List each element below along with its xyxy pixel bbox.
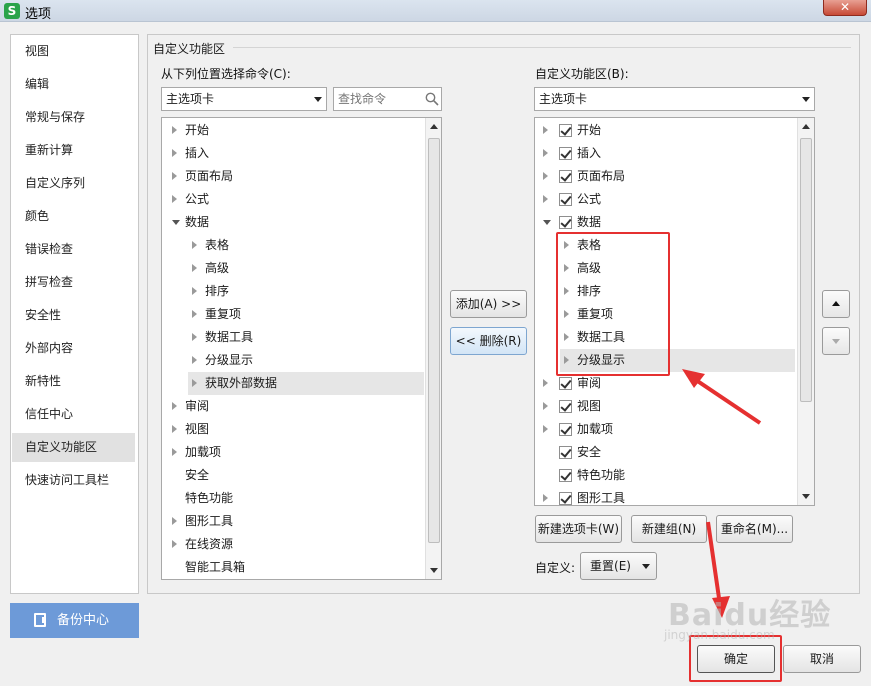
arrow-to-groups-icon [688,374,762,425]
annotation-arrows [682,369,762,618]
watermark-url: jingyan.baidu.com [664,628,775,642]
